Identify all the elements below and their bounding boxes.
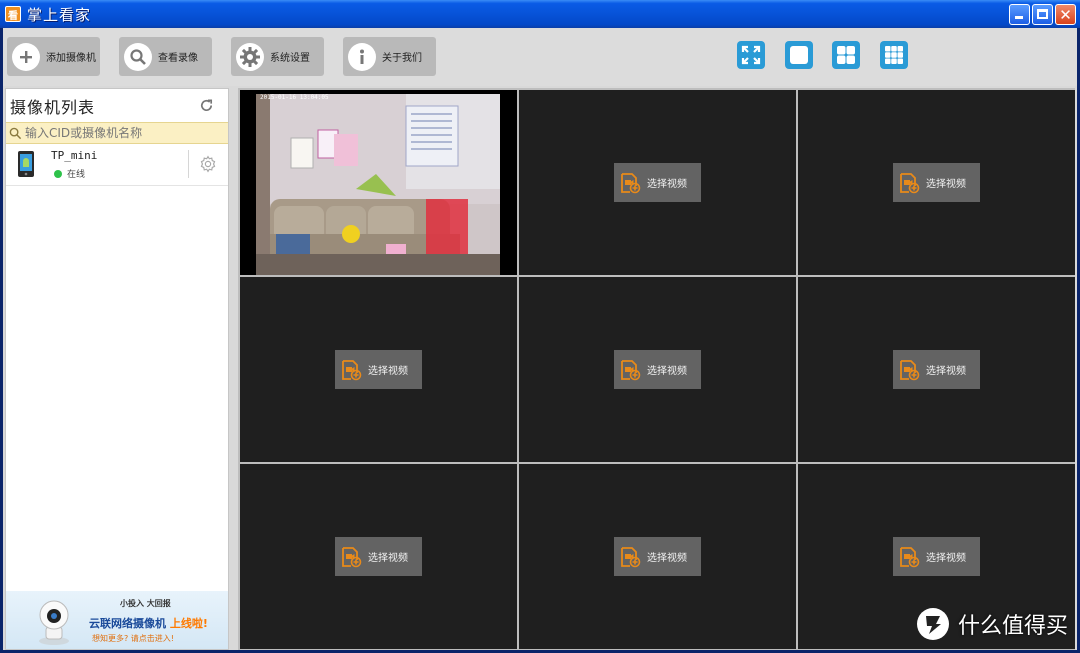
select-video-button[interactable]: 选择视频	[893, 537, 980, 576]
window-title: 掌上看家	[27, 5, 92, 24]
app-icon: 看	[5, 6, 21, 22]
select-video-button[interactable]: 选择视频	[335, 350, 422, 389]
add-video-icon	[621, 172, 641, 193]
quad-view-button[interactable]	[832, 41, 860, 69]
video-cell-empty[interactable]: 选择视频	[519, 464, 796, 649]
close-icon: ✕	[1059, 5, 1072, 24]
system-settings-button[interactable]: 系统设置	[231, 37, 324, 76]
android-phone-icon	[18, 151, 34, 177]
video-cell-empty[interactable]: 选择视频	[519, 277, 796, 462]
promo-banner[interactable]: 小投入 大回报 云联网络摄像机 上线啦! 想知更多? 请点击进入!	[6, 591, 228, 649]
camera-name: TP_mini	[51, 149, 98, 162]
search-box[interactable]	[6, 122, 228, 144]
camera-settings-icon[interactable]	[199, 155, 217, 173]
fullscreen-icon	[741, 45, 761, 65]
promo-headline-highlight: 上线啦!	[169, 617, 208, 630]
toolbar: 添加摄像机 查看录像 系统设置 关于我们	[3, 28, 1077, 86]
online-status-dot	[54, 169, 62, 178]
live-room-image	[256, 94, 500, 275]
promo-subtitle: 小投入 大回报	[120, 599, 171, 608]
maximize-button[interactable]	[1032, 4, 1053, 25]
maximize-icon	[1037, 9, 1048, 19]
add-video-icon	[342, 546, 362, 567]
select-video-button[interactable]: 选择视频	[893, 163, 980, 202]
nine-view-icon	[885, 46, 903, 64]
add-video-icon	[900, 546, 920, 567]
view-recordings-button[interactable]: 查看录像	[119, 37, 212, 76]
select-video-label: 选择视频	[647, 366, 687, 377]
info-icon	[348, 42, 376, 71]
select-video-label: 选择视频	[368, 366, 408, 377]
select-video-label: 选择视频	[926, 553, 966, 564]
select-video-label: 选择视频	[647, 179, 687, 190]
watermark: 什么值得买	[916, 607, 1068, 641]
select-video-button[interactable]: 选择视频	[614, 537, 701, 576]
add-video-icon	[900, 172, 920, 193]
live-video-feed[interactable]: 2015-01-16 13:04:05	[240, 90, 517, 275]
video-cell-empty[interactable]: 选择视频	[240, 277, 517, 462]
select-video-label: 选择视频	[647, 553, 687, 564]
select-video-button[interactable]: 选择视频	[335, 537, 422, 576]
minimize-button[interactable]	[1009, 4, 1030, 25]
window-controls: ✕	[1009, 4, 1076, 25]
about-us-label: 关于我们	[382, 53, 422, 64]
promo-footer: 想知更多? 请点击进入!	[92, 634, 174, 643]
camera-status-label: 在线	[67, 170, 86, 180]
minimize-icon	[1015, 16, 1023, 19]
add-video-icon	[621, 359, 641, 380]
search-input[interactable]	[25, 126, 215, 140]
video-cell-empty[interactable]: 选择视频	[798, 90, 1075, 275]
select-video-label: 选择视频	[926, 179, 966, 190]
system-settings-label: 系统设置	[270, 53, 310, 64]
camera-item-divider	[188, 150, 189, 178]
close-button[interactable]: ✕	[1055, 4, 1076, 25]
select-video-button[interactable]: 选择视频	[614, 350, 701, 389]
add-video-icon	[342, 359, 362, 380]
add-video-icon	[621, 546, 641, 567]
single-view-icon	[790, 46, 808, 64]
promo-headline: 云联网络摄像机 上线啦!	[89, 615, 208, 631]
select-video-label: 选择视频	[926, 366, 966, 377]
fullscreen-button[interactable]	[737, 41, 765, 69]
watermark-text: 什么值得买	[957, 614, 1068, 639]
add-camera-label: 添加摄像机	[46, 53, 96, 64]
video-grid: 2015-01-16 13:04:05 选择视频 选择视频 选择视频 选择视频 …	[238, 88, 1075, 650]
select-video-button[interactable]: 选择视频	[614, 163, 701, 202]
add-video-icon	[900, 359, 920, 380]
camera-list-title: 摄像机列表	[10, 97, 96, 117]
gear-icon	[236, 42, 264, 71]
nine-view-button[interactable]	[880, 41, 908, 69]
add-camera-button[interactable]: 添加摄像机	[7, 37, 100, 76]
select-video-label: 选择视频	[368, 553, 408, 564]
single-view-button[interactable]	[785, 41, 813, 69]
plus-icon	[12, 42, 40, 71]
search-icon	[9, 127, 22, 139]
video-cell-empty[interactable]: 选择视频	[240, 464, 517, 649]
quad-view-icon	[837, 46, 855, 64]
promo-headline-main: 云联网络摄像机	[89, 617, 166, 630]
view-recordings-label: 查看录像	[158, 53, 198, 64]
about-us-button[interactable]: 关于我们	[343, 37, 436, 76]
magnifier-icon	[124, 42, 152, 71]
app-client-area: 添加摄像机 查看录像 系统设置 关于我们 摄像机列表 输入CID或摄像机名称 T…	[3, 28, 1077, 650]
video-cell-empty[interactable]: 选择视频	[519, 90, 796, 275]
camera-list-header: 摄像机列表	[6, 89, 228, 122]
camera-robot-icon	[39, 600, 69, 645]
camera-list-item[interactable]: TP_mini 在线	[6, 144, 228, 186]
video-cell-empty[interactable]: 选择视频	[798, 277, 1075, 462]
title-bar: 看 掌上看家 ✕	[0, 0, 1080, 28]
watermark-logo-icon	[916, 608, 949, 640]
camera-list-panel: 摄像机列表 TP_mini 在线	[5, 88, 229, 650]
select-video-button[interactable]: 选择视频	[893, 350, 980, 389]
video-timestamp: 2015-01-16 13:04:05	[260, 94, 329, 101]
camera-status: 在线	[54, 167, 85, 180]
refresh-icon[interactable]	[199, 98, 214, 113]
video-cell-live[interactable]: 2015-01-16 13:04:05	[240, 90, 517, 275]
